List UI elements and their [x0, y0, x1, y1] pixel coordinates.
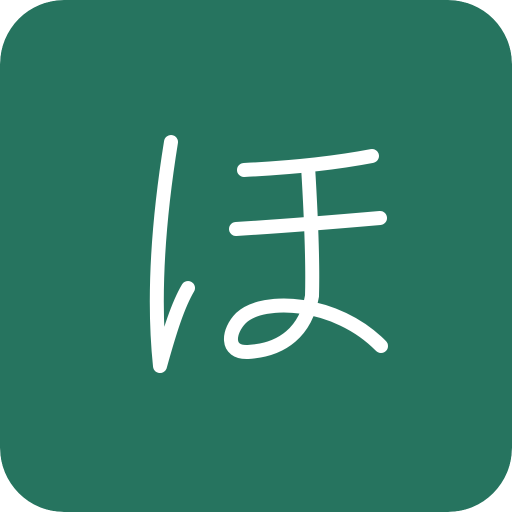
hiragana-tile: ほ: [0, 0, 512, 512]
hiragana-ho-icon: [0, 0, 512, 512]
tile-background: [0, 0, 512, 512]
